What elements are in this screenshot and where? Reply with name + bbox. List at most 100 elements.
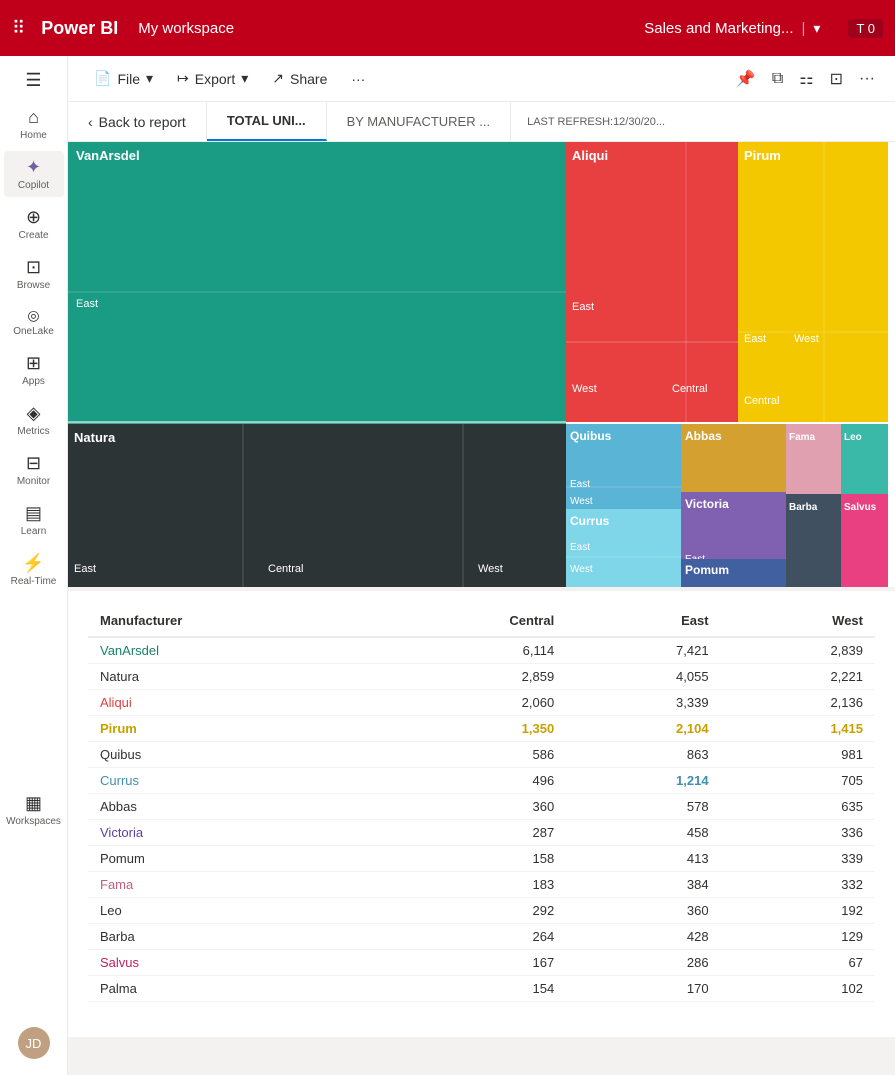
col-east: East [566,607,720,637]
tm-pirum-block [738,142,888,422]
cell-manufacturer: Victoria [88,820,378,846]
copy-icon[interactable]: ⧉ [768,66,787,92]
cell-east: 428 [566,924,720,950]
cell-manufacturer: Currus [88,768,378,794]
sidebar-create-label: Create [18,230,48,241]
tm-natura-east-label: East [74,563,96,575]
cell-east: 286 [566,950,720,976]
cell-central: 292 [378,898,566,924]
report-title-text: Sales and Marketing... [644,20,793,37]
workspaces-icon: ▦ [25,793,42,814]
data-table: Manufacturer Central East West [88,607,875,1002]
onelake-icon: ◎ [27,307,39,324]
sidebar-onelake-label: OneLake [13,326,54,337]
avatar[interactable]: JD [18,1027,50,1059]
cell-west: 2,136 [721,690,875,716]
tm-aliqui-label: Aliqui [572,148,608,163]
tm-pirum-west-label: West [794,333,819,345]
tm-pirum-central-label: Central [744,395,779,407]
top-bar: ⠿ Power BI My workspace Sales and Market… [0,0,895,56]
table-row: Currus 496 1,214 705 [88,768,875,794]
cell-west: 635 [721,794,875,820]
powerbi-logo: Power BI [41,18,118,39]
cell-east: 7,421 [566,637,720,664]
cell-manufacturer: Barba [88,924,378,950]
refresh-text: LAST REFRESH:12/30/20... [527,116,665,128]
cell-central: 167 [378,950,566,976]
sidebar-item-workspaces[interactable]: ▦ Workspaces [4,787,64,833]
cell-central: 2,060 [378,690,566,716]
tm-natura-central-label: Central [268,563,303,575]
learn-icon: ▤ [25,503,42,524]
tab-by-manufacturer[interactable]: BY MANUFACTURER ... [327,102,512,141]
export-button[interactable]: ↦ Export ▾ [167,66,258,91]
sidebar-item-apps[interactable]: ⊞ Apps [4,347,64,393]
cell-manufacturer: Quibus [88,742,378,768]
cell-manufacturer: Leo [88,898,378,924]
sidebar-item-browse[interactable]: ⊡ Browse [4,251,64,297]
workspace-label[interactable]: My workspace [138,20,234,37]
cell-east: 458 [566,820,720,846]
sidebar-item-copilot[interactable]: ✦ Copilot [4,151,64,197]
monitor-icon: ⊟ [26,453,41,474]
file-button[interactable]: 📄 File ▾ [84,66,163,91]
sidebar-item-menu[interactable]: ☰ [4,64,64,97]
cell-east: 863 [566,742,720,768]
title-chevron-icon[interactable]: ▾ [813,20,820,37]
sidebar-item-realtime[interactable]: ⚡ Real-Time [4,547,64,593]
tm-currus-east-label: East [570,542,590,553]
tm-vanarsdel-top [68,142,566,422]
sidebar-item-onelake[interactable]: ◎ OneLake [4,301,64,343]
cell-east: 360 [566,898,720,924]
cell-central: 154 [378,976,566,1002]
last-refresh-label: LAST REFRESH:12/30/20... [511,102,681,141]
share-button[interactable]: ↗ Share [262,66,337,91]
report-title: Sales and Marketing... | ▾ [644,20,820,37]
tm-victoria-label: Victoria [685,497,729,511]
tm-quibus-east-label: East [570,479,590,490]
table-container: Manufacturer Central East West [68,587,895,1037]
sidebar-realtime-label: Real-Time [11,576,57,587]
cell-west: 2,839 [721,637,875,664]
toolbar-right: 📌 ⧉ ⚏ ⊡ ··· [732,65,879,93]
cell-west: 332 [721,872,875,898]
expand-icon[interactable]: ⊡ [826,65,847,93]
cell-east: 384 [566,872,720,898]
cell-east: 3,339 [566,690,720,716]
back-arrow-icon: ‹ [88,114,93,130]
sidebar-item-create[interactable]: ⊕ Create [4,201,64,247]
table-row: Natura 2,859 4,055 2,221 [88,664,875,690]
tm-salvus-label: Salvus [844,502,877,513]
tm-aliqui-east-label: East [572,301,594,313]
bookmark-icon[interactable]: 📌 [732,65,760,93]
treemap-container[interactable]: VanArsdel East Central West Aliqui East … [68,142,895,587]
cell-west: 705 [721,768,875,794]
cell-west: 2,221 [721,664,875,690]
sidebar-item-learn[interactable]: ▤ Learn [4,497,64,543]
file-doc-icon: 📄 [94,70,111,87]
grid-dots-icon[interactable]: ⠿ [12,18,25,39]
cell-west: 336 [721,820,875,846]
more-button[interactable]: ··· [341,67,375,91]
filter-icon[interactable]: ⚏ [795,65,817,93]
realtime-icon: ⚡ [22,553,44,574]
tm-natura-west-label: West [478,563,503,575]
tm-currus-west-label: West [570,564,593,575]
sidebar-item-metrics[interactable]: ◈ Metrics [4,397,64,443]
tm-abbas-label: Abbas [685,429,722,443]
cell-central: 2,859 [378,664,566,690]
tab1-label: TOTAL UNI... [227,113,306,128]
back-to-report-tab[interactable]: ‹ Back to report [68,102,207,141]
more2-icon[interactable]: ··· [855,66,879,92]
cell-east: 413 [566,846,720,872]
cell-central: 183 [378,872,566,898]
tab-total-units[interactable]: TOTAL UNI... [207,102,327,141]
sidebar-item-home[interactable]: ⌂ Home [4,101,64,147]
cell-central: 1,350 [378,716,566,742]
sidebar-item-monitor[interactable]: ⊟ Monitor [4,447,64,493]
tm-aliqui-block [566,142,738,422]
sidebar-learn-label: Learn [21,526,47,537]
table-row: Fama 183 384 332 [88,872,875,898]
cell-west: 339 [721,846,875,872]
sidebar-browse-label: Browse [17,280,50,291]
